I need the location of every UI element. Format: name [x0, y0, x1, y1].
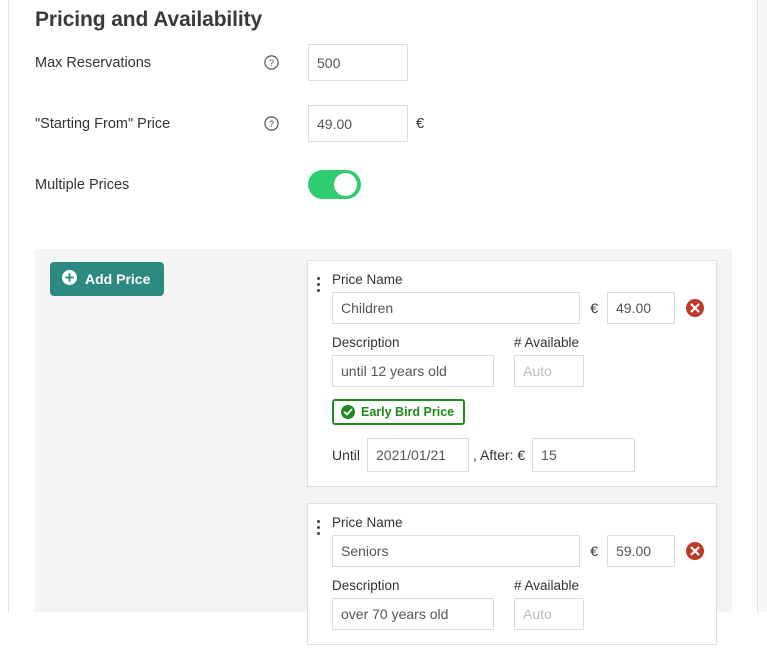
price-name-label: Price Name [332, 514, 704, 532]
description-input[interactable] [332, 598, 494, 630]
available-input[interactable] [514, 598, 584, 630]
description-col: Description [332, 577, 504, 630]
price-amount-input[interactable] [607, 535, 675, 567]
multiple-prices-label: Multiple Prices [35, 177, 264, 193]
description-availability-row: Description # Available [320, 577, 704, 630]
price-card: Price Name € Description [307, 260, 717, 487]
multiple-prices-control [308, 170, 361, 199]
toggle-knob [334, 173, 357, 196]
price-amount-input[interactable] [607, 292, 675, 324]
form-row-multiple-prices: Multiple Prices [10, 154, 757, 215]
delete-circle-icon [686, 299, 704, 317]
delete-circle-icon [686, 542, 704, 560]
add-price-button[interactable]: Add Price [50, 262, 164, 296]
available-input[interactable] [514, 355, 584, 387]
description-availability-row: Description # Available [320, 334, 704, 387]
available-col: # Available [514, 577, 589, 630]
max-reservations-control [308, 44, 408, 81]
svg-text:?: ? [269, 119, 274, 129]
svg-text:?: ? [269, 58, 274, 68]
max-reservations-input[interactable] [308, 44, 408, 81]
prices-panel: Add Price Price Name € [35, 249, 732, 612]
early-bird-until-row: Until , After: € [320, 438, 704, 472]
description-label: Description [332, 577, 504, 595]
spacer [264, 177, 279, 192]
available-label: # Available [514, 334, 589, 352]
early-bird-label: Early Bird Price [361, 405, 454, 419]
max-reservations-label: Max Reservations [35, 55, 264, 71]
page-left-gutter [0, 0, 9, 612]
price-card: Price Name € Description [307, 503, 717, 645]
price-currency-symbol: € [590, 300, 598, 316]
starting-from-price-label: "Starting From" Price [35, 116, 264, 132]
early-bird-after-price-input[interactable] [532, 438, 635, 472]
available-col: # Available [514, 334, 589, 387]
plus-circle-icon [62, 270, 77, 288]
form-row-max-reservations: Max Reservations ? [10, 32, 757, 93]
starting-from-currency-symbol: € [416, 116, 424, 132]
form-row-starting-from-price: "Starting From" Price ? € [10, 93, 757, 154]
price-name-label: Price Name [332, 271, 704, 289]
description-label: Description [332, 334, 504, 352]
price-currency-symbol: € [590, 543, 598, 559]
question-circle-icon[interactable]: ? [264, 116, 279, 131]
price-name-input[interactable] [332, 292, 580, 324]
starting-from-price-control: € [308, 105, 424, 142]
available-label: # Available [514, 577, 589, 595]
delete-price-button[interactable] [686, 299, 704, 317]
multiple-prices-toggle[interactable] [308, 170, 361, 199]
description-col: Description [332, 334, 504, 387]
price-name-row: € [320, 292, 704, 324]
price-name-row: € [320, 535, 704, 567]
after-label: , After: € [473, 447, 525, 463]
until-label: Until [332, 447, 360, 463]
price-name-input[interactable] [332, 535, 580, 567]
drag-handle-icon[interactable] [317, 277, 321, 295]
delete-price-button[interactable] [686, 542, 704, 560]
drag-handle-icon[interactable] [317, 520, 321, 538]
add-price-label: Add Price [85, 271, 150, 287]
early-bird-price-button[interactable]: Early Bird Price [332, 399, 465, 425]
pricing-availability-section: Pricing and Availability Max Reservation… [10, 0, 757, 612]
early-bird-until-date-input[interactable] [367, 438, 469, 472]
page-right-gutter [757, 0, 767, 612]
check-circle-icon [341, 405, 355, 419]
question-circle-icon[interactable]: ? [264, 55, 279, 70]
page-title: Pricing and Availability [10, 0, 757, 32]
description-input[interactable] [332, 355, 494, 387]
starting-from-price-input[interactable] [308, 105, 408, 142]
price-card-list: Price Name € Description [307, 260, 717, 661]
